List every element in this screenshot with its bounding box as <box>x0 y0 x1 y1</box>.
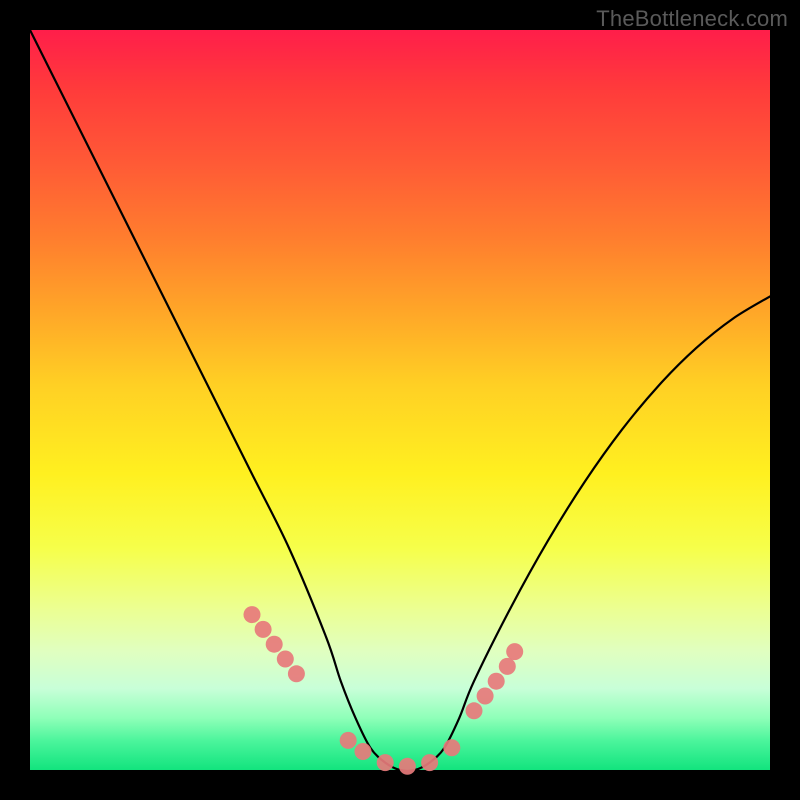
marker-point <box>443 739 460 756</box>
curve-svg <box>30 30 770 770</box>
plot-area <box>30 30 770 770</box>
chart-frame: TheBottleneck.com <box>0 0 800 800</box>
marker-point <box>399 758 416 775</box>
marker-point <box>477 688 494 705</box>
bottleneck-curve <box>30 30 770 771</box>
marker-point <box>266 636 283 653</box>
marker-point <box>255 621 272 638</box>
marker-point <box>244 606 261 623</box>
marker-point <box>377 754 394 771</box>
marker-point <box>499 658 516 675</box>
watermark-text: TheBottleneck.com <box>596 6 788 32</box>
marker-point <box>488 673 505 690</box>
marker-point <box>506 643 523 660</box>
marker-point <box>466 702 483 719</box>
marker-point <box>277 651 294 668</box>
marker-group <box>244 606 524 775</box>
marker-point <box>340 732 357 749</box>
marker-point <box>421 754 438 771</box>
marker-point <box>355 743 372 760</box>
marker-point <box>288 665 305 682</box>
